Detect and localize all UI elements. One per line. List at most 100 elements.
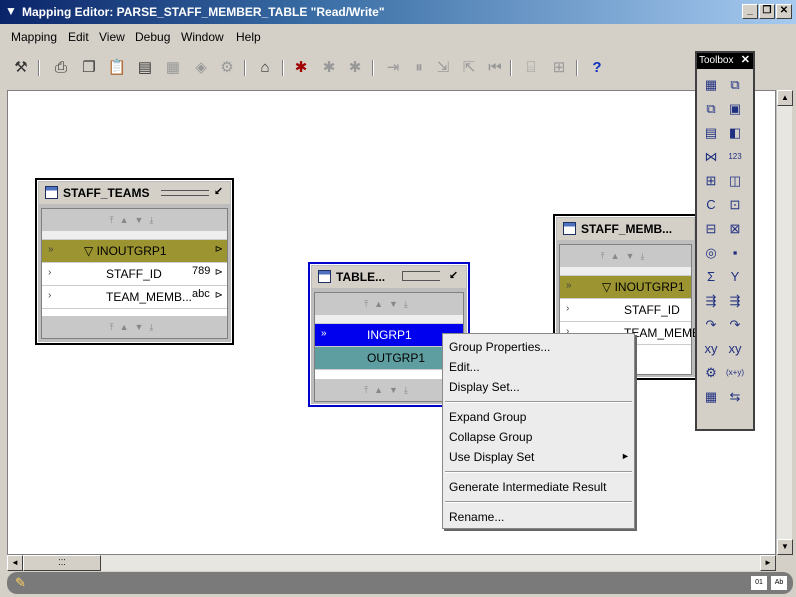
operator-header[interactable]: STAFF_TEAMS ⭩ <box>39 182 230 204</box>
scroll-up-arrow-icon[interactable]: ▲ <box>777 90 793 106</box>
attribute-row[interactable]: › TEAM_MEMB... abc ⊳ <box>42 286 227 309</box>
menu-view[interactable]: View <box>99 30 125 44</box>
group-row-ingrp1[interactable]: » INGRP1 <box>315 324 463 347</box>
sequence-icon[interactable]: 123 <box>725 147 745 167</box>
generate-icon[interactable]: ▦ <box>162 57 184 79</box>
dimension-icon[interactable]: ◧ <box>725 123 745 143</box>
step-out-icon[interactable]: ⇱ <box>458 57 480 79</box>
menu-item-expand-group[interactable]: Expand Group <box>449 410 526 424</box>
mapping-input-icon[interactable]: ⊞ <box>701 171 721 191</box>
group-row-outgrp1[interactable]: OUTGRP1 <box>315 347 463 370</box>
minimize-button[interactable]: _ <box>742 4 758 19</box>
scroll-up-controls[interactable]: ⤒▲▼⤓ <box>315 293 463 315</box>
menu-item-collapse-group[interactable]: Collapse Group <box>449 430 532 444</box>
unpivot-icon[interactable]: ⇶ <box>725 291 745 311</box>
watch-icon[interactable]: ⊞ <box>548 57 570 79</box>
attribute-row[interactable]: › STAFF_ID <box>560 299 691 322</box>
menu-help[interactable]: Help <box>236 30 261 44</box>
binary-icon[interactable]: 01 <box>751 576 767 590</box>
operator-header[interactable]: TABLE... ⭩ <box>312 266 466 288</box>
scroll-down-controls[interactable]: ⤒▲▼⤓ <box>315 379 463 401</box>
view-icon[interactable]: ⧉ <box>725 75 745 95</box>
menu-window[interactable]: Window <box>181 30 224 44</box>
scroll-up-controls[interactable]: ⤒▲▼⤓ <box>560 245 691 267</box>
scroll-down-controls[interactable]: ⤒▲▼⤓ <box>42 316 227 338</box>
toolbox-close-icon[interactable]: ✕ <box>741 53 750 66</box>
print-icon[interactable]: ⎙ <box>50 57 72 79</box>
debug-step-icon[interactable]: ✱ <box>318 57 340 79</box>
restore-button[interactable]: ❐ <box>759 4 775 19</box>
group-row[interactable]: » ▽ INOUTGRP1 ⊳ <box>42 240 227 263</box>
copy-icon[interactable]: ❐ <box>78 57 100 79</box>
scroll-right-arrow-icon[interactable]: ► <box>760 555 776 571</box>
attribute-row[interactable]: › STAFF_ID 789 ⊳ <box>42 263 227 286</box>
menu-item-display-set[interactable]: Display Set... <box>449 380 520 394</box>
scroll-down-arrow-icon[interactable]: ▼ <box>777 539 793 555</box>
name-address-icon[interactable]: ⇆ <box>725 387 745 407</box>
procedure-icon[interactable]: ⚙ <box>701 363 721 383</box>
menu-item-edit[interactable]: Edit... <box>449 360 480 374</box>
debug-icon[interactable]: ✱ <box>290 57 312 79</box>
table-function-fx-icon[interactable]: ▦ <box>701 387 721 407</box>
scroll-thumb[interactable]: ⁚⁚⁚ <box>23 555 101 571</box>
vertical-scrollbar[interactable]: ▲ ▼ <box>776 90 793 555</box>
aggregator-icon[interactable]: ⊠ <box>725 219 745 239</box>
transformation-icon[interactable]: ↷ <box>701 315 721 335</box>
minimize-arrow-icon[interactable]: ⭩ <box>450 270 462 283</box>
menu-item-group-properties[interactable]: Group Properties... <box>449 340 550 354</box>
constant-icon[interactable]: C <box>701 195 721 215</box>
restart-icon[interactable]: ⏮ <box>484 57 506 79</box>
window-title-bar: ▼ Mapping Editor: PARSE_STAFF_MEMBER_TAB… <box>0 0 796 24</box>
port-icon[interactable]: ⊳ <box>215 290 223 301</box>
joiner-icon[interactable]: ⋈ <box>701 147 721 167</box>
menu-debug[interactable]: Debug <box>135 30 170 44</box>
step-over-icon[interactable]: ⇲ <box>432 57 454 79</box>
operator-header[interactable]: STAFF_MEMB... <box>557 218 694 240</box>
minimize-arrow-icon[interactable]: ⭩ <box>215 186 227 199</box>
horizontal-scrollbar[interactable]: ◄ ⁚⁚⁚ ► <box>7 555 776 571</box>
tag-icon[interactable]: ⌂ <box>254 57 276 79</box>
validate-icon[interactable]: ⚒ <box>10 57 32 79</box>
menu-edit[interactable]: Edit <box>68 30 89 44</box>
debug-stop-icon[interactable]: ✱ <box>344 57 366 79</box>
lookup-icon[interactable]: ◫ <box>725 171 745 191</box>
chevron-right-icon: › <box>48 290 52 301</box>
table-icon[interactable]: ▦ <box>701 75 721 95</box>
menu-item-generate-intermediate-result[interactable]: Generate Intermediate Result <box>449 480 606 494</box>
group-row[interactable]: » ▽ INOUTGRP1 <box>560 276 691 299</box>
deploy-icon[interactable]: ◈ <box>190 57 212 79</box>
xy-input-icon[interactable]: xy <box>701 339 721 359</box>
materialized-view-icon[interactable]: ⧉ <box>701 99 721 119</box>
external-icon[interactable]: (x+y) <box>725 363 745 383</box>
splitter-icon[interactable]: ⊟ <box>701 219 721 239</box>
properties-icon[interactable]: ▤ <box>134 57 156 79</box>
sorter-icon[interactable]: Σ <box>701 267 721 287</box>
scroll-left-arrow-icon[interactable]: ◄ <box>7 555 23 571</box>
help-icon[interactable]: ? <box>586 57 608 79</box>
pause-icon[interactable]: ⏸ <box>408 57 430 79</box>
breakpoint-icon[interactable]: ⌸ <box>520 57 542 79</box>
step-into-icon[interactable]: ⇥ <box>382 57 404 79</box>
close-button[interactable]: ✕ <box>776 4 792 19</box>
xy-output-icon[interactable]: xy <box>725 339 745 359</box>
deduplicator-icon[interactable]: Y <box>725 267 745 287</box>
file-icon[interactable]: ▤ <box>701 123 721 143</box>
port-icon[interactable]: ⊳ <box>215 267 223 278</box>
scroll-up-controls[interactable]: ⤒▲▼⤓ <box>42 209 227 231</box>
pivot-icon[interactable]: ⇶ <box>701 291 721 311</box>
drag-grip[interactable] <box>402 271 440 281</box>
paste-icon[interactable]: 📋 <box>106 57 128 79</box>
run-icon[interactable]: ⚙ <box>216 57 238 79</box>
operator-staff-teams[interactable]: STAFF_TEAMS ⭩ ⤒▲▼⤓ » ▽ INOUTGRP1 ⊳ › STA… <box>35 178 234 345</box>
menu-item-use-display-set[interactable]: Use Display Set <box>449 450 534 464</box>
expression-icon[interactable]: ⊡ <box>725 195 745 215</box>
set-operation-icon[interactable]: ◎ <box>701 243 721 263</box>
menu-item-rename[interactable]: Rename... <box>449 510 504 524</box>
port-icon[interactable]: ⊳ <box>215 244 223 255</box>
cube-icon[interactable]: ▣ <box>725 99 745 119</box>
text-icon[interactable]: Ab <box>771 576 787 590</box>
menu-mapping[interactable]: Mapping <box>11 30 57 44</box>
table-function-icon[interactable]: ↷ <box>725 315 745 335</box>
filter-icon[interactable]: ▪ <box>725 243 745 263</box>
drag-grip[interactable] <box>161 190 209 196</box>
